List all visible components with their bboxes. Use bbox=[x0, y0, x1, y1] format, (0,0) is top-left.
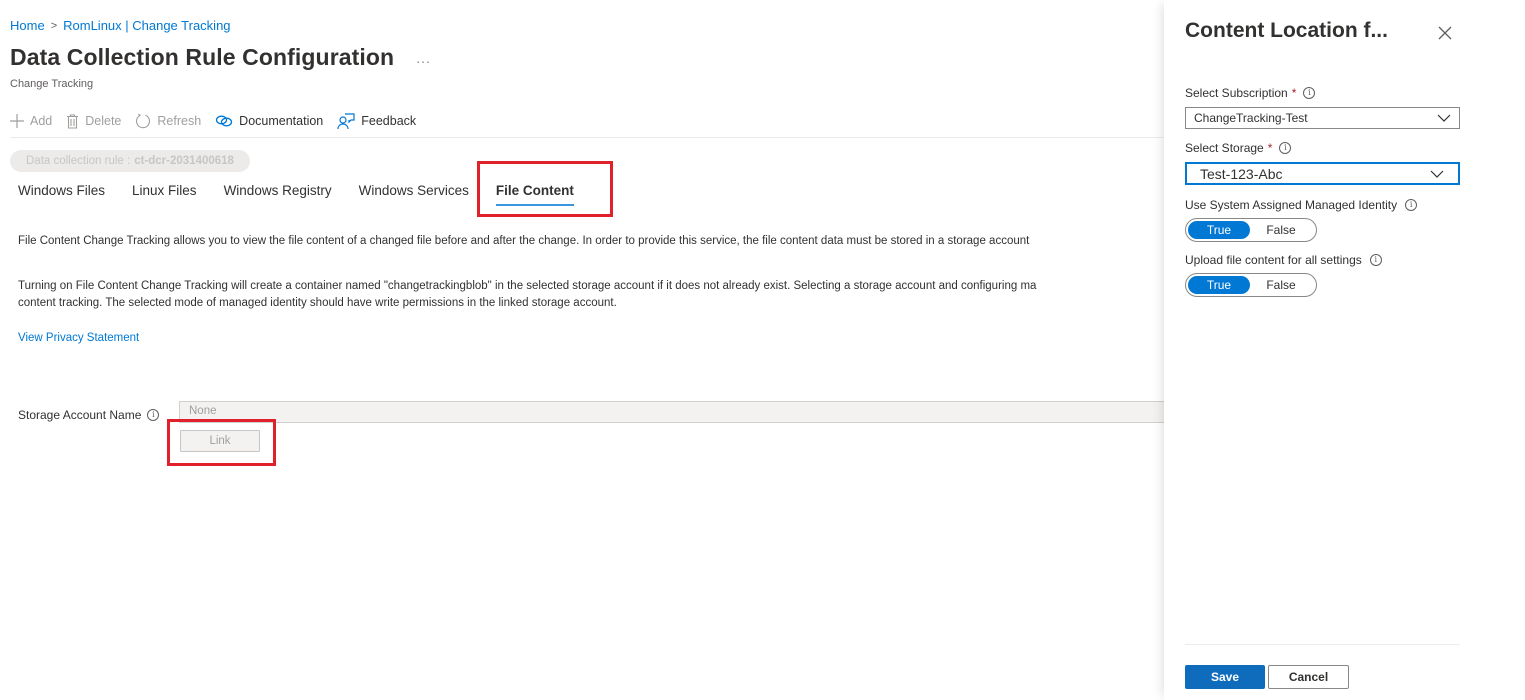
storage-account-name-field: None bbox=[179, 401, 1164, 423]
tab-windows-files[interactable]: Windows Files bbox=[18, 183, 105, 206]
managed-identity-label-text: Use System Assigned Managed Identity bbox=[1185, 198, 1398, 212]
delete-button[interactable]: Delete bbox=[66, 113, 122, 129]
page-subtitle: Change Tracking bbox=[10, 78, 94, 90]
link-icon bbox=[216, 115, 233, 127]
info-icon[interactable]: i bbox=[1369, 254, 1382, 266]
breadcrumb-separator: > bbox=[50, 19, 58, 32]
close-icon[interactable] bbox=[1436, 24, 1454, 42]
managed-identity-toggle: True False bbox=[1185, 218, 1317, 242]
storage-label-text: Select Storage bbox=[1185, 141, 1264, 155]
footer-divider bbox=[1185, 644, 1460, 645]
breadcrumb-resource[interactable]: RomLinux | Change Tracking bbox=[63, 18, 230, 33]
data-collection-rule-badge: Data collection rule : ct-dcr-2031400618 bbox=[10, 150, 250, 172]
required-marker: * bbox=[1291, 86, 1297, 100]
link-button-highlight bbox=[167, 419, 276, 466]
toolbar: Add Delete Refresh Documentation Feedbac… bbox=[10, 109, 416, 133]
upload-content-true-option[interactable]: True bbox=[1188, 276, 1250, 294]
documentation-button[interactable]: Documentation bbox=[215, 114, 323, 128]
subscription-value: ChangeTracking-Test bbox=[1194, 111, 1308, 125]
upload-content-label-text: Upload file content for all settings bbox=[1185, 253, 1362, 267]
storage-account-label-text: Storage Account Name bbox=[18, 408, 142, 422]
save-button[interactable]: Save bbox=[1185, 665, 1265, 689]
breadcrumb: Home > RomLinux | Change Tracking bbox=[10, 18, 231, 33]
page-title: Data Collection Rule Configuration ... bbox=[10, 44, 431, 71]
view-privacy-statement-link[interactable]: View Privacy Statement bbox=[18, 332, 139, 344]
tab-windows-services[interactable]: Windows Services bbox=[359, 183, 469, 206]
documentation-label: Documentation bbox=[239, 114, 324, 128]
panel-title: Content Location f... bbox=[1185, 19, 1388, 42]
delete-label: Delete bbox=[85, 114, 122, 128]
storage-label: Select Storage * i bbox=[1185, 141, 1292, 155]
info-icon[interactable]: i bbox=[1279, 142, 1292, 154]
trash-icon bbox=[67, 113, 79, 129]
file-content-description: File Content Change Tracking allows you … bbox=[18, 235, 1030, 247]
info-icon[interactable]: i bbox=[1303, 87, 1316, 99]
storage-value: Test-123-Abc bbox=[1200, 166, 1283, 182]
tab-linux-files[interactable]: Linux Files bbox=[132, 183, 197, 206]
upload-content-false-option[interactable]: False bbox=[1250, 276, 1312, 294]
managed-identity-true-option[interactable]: True bbox=[1188, 221, 1250, 239]
breadcrumb-home[interactable]: Home bbox=[10, 18, 45, 33]
content-location-panel: Content Location f... Select Subscriptio… bbox=[1164, 0, 1525, 700]
plus-icon bbox=[10, 114, 24, 128]
rule-value: ct-dcr-2031400618 bbox=[134, 155, 234, 167]
file-content-tab-highlight bbox=[477, 161, 613, 217]
feedback-label: Feedback bbox=[361, 114, 417, 128]
subscription-dropdown[interactable]: ChangeTracking-Test bbox=[1185, 107, 1460, 129]
cancel-button[interactable]: Cancel bbox=[1268, 665, 1349, 689]
upload-content-label: Upload file content for all settings i bbox=[1185, 253, 1382, 267]
container-notice-line1: Turning on File Content Change Tracking … bbox=[18, 280, 1037, 292]
add-label: Add bbox=[30, 114, 53, 128]
page-title-text: Data Collection Rule Configuration bbox=[10, 44, 395, 70]
required-marker: * bbox=[1267, 141, 1273, 155]
feedback-button[interactable]: Feedback bbox=[337, 112, 417, 130]
tab-windows-registry[interactable]: Windows Registry bbox=[224, 183, 332, 206]
chevron-down-icon bbox=[1437, 114, 1451, 122]
chevron-down-icon bbox=[1430, 170, 1444, 178]
info-icon[interactable]: i bbox=[147, 409, 160, 421]
rule-label: Data collection rule : bbox=[26, 155, 131, 167]
storage-dropdown[interactable]: Test-123-Abc bbox=[1185, 162, 1460, 185]
refresh-label: Refresh bbox=[157, 114, 202, 128]
storage-account-label: Storage Account Name i bbox=[18, 408, 160, 422]
add-button[interactable]: Add bbox=[10, 114, 52, 128]
managed-identity-label: Use System Assigned Managed Identity i bbox=[1185, 198, 1418, 212]
upload-content-toggle: True False bbox=[1185, 273, 1317, 297]
container-notice-line2: content tracking. The selected mode of m… bbox=[18, 297, 617, 309]
subscription-label-text: Select Subscription bbox=[1185, 86, 1288, 100]
toolbar-divider bbox=[10, 137, 1164, 138]
info-icon[interactable]: i bbox=[1405, 199, 1418, 211]
refresh-button[interactable]: Refresh bbox=[135, 113, 201, 129]
feedback-icon bbox=[337, 112, 355, 129]
subscription-label: Select Subscription * i bbox=[1185, 86, 1316, 100]
more-options-icon[interactable]: ... bbox=[416, 50, 431, 66]
main-content: Home > RomLinux | Change Tracking Data C… bbox=[0, 0, 1164, 700]
managed-identity-false-option[interactable]: False bbox=[1250, 221, 1312, 239]
refresh-icon bbox=[136, 113, 151, 129]
